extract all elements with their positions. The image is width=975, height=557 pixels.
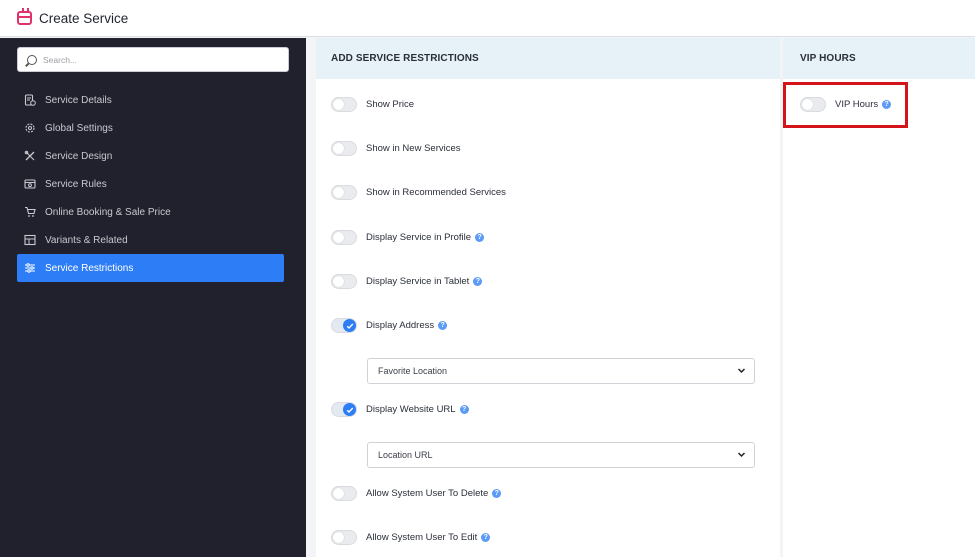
search-icon <box>27 54 37 65</box>
sidebar-item-label: Service Design <box>45 150 113 162</box>
sidebar-nav: Service Details Global Settings Service … <box>17 86 284 282</box>
restriction-label: Show in New Services <box>366 143 461 154</box>
restriction-row: Show in New Services <box>331 141 461 156</box>
allow-delete-toggle[interactable] <box>331 486 357 501</box>
check-icon <box>343 319 356 332</box>
show-price-toggle[interactable] <box>331 97 357 112</box>
sidebar-item-service-details[interactable]: Service Details <box>17 86 284 114</box>
sidebar-item-online-booking[interactable]: Online Booking & Sale Price <box>17 198 284 226</box>
top-bar: Create Service <box>0 0 975 37</box>
display-in-profile-toggle[interactable] <box>331 230 357 245</box>
check-icon <box>343 403 356 416</box>
restriction-row: Allow System User To Delete ? <box>331 486 502 501</box>
sidebar-item-label: Service Details <box>45 94 112 106</box>
sidebar-item-variants[interactable]: Variants & Related <box>17 226 284 254</box>
search-input[interactable] <box>43 54 263 65</box>
show-in-new-services-toggle[interactable] <box>331 141 357 156</box>
grid-icon <box>24 234 36 246</box>
display-website-url-toggle[interactable] <box>331 402 357 417</box>
help-icon[interactable]: ? <box>438 321 448 330</box>
show-in-recommended-toggle[interactable] <box>331 185 357 200</box>
help-icon[interactable]: ? <box>492 489 502 498</box>
sidebar-item-label: Variants & Related <box>45 234 128 246</box>
help-icon[interactable]: ? <box>481 533 491 542</box>
restriction-row: Show Price <box>331 97 414 112</box>
sidebar-item-label: Global Settings <box>45 122 113 134</box>
display-in-tablet-toggle[interactable] <box>331 274 357 289</box>
cart-icon <box>24 206 36 218</box>
sidebar-item-label: Service Restrictions <box>45 262 134 274</box>
gear-icon <box>24 122 36 134</box>
help-icon[interactable]: ? <box>473 277 483 286</box>
restriction-label: Allow System User To Edit <box>366 532 478 543</box>
restriction-row: Display Service in Profile ? <box>331 230 485 245</box>
sidebar-item-service-restrictions[interactable]: Service Restrictions <box>17 254 284 282</box>
help-icon[interactable]: ? <box>459 405 469 414</box>
help-icon[interactable]: ? <box>475 233 485 242</box>
sidebar-item-label: Online Booking & Sale Price <box>45 206 171 218</box>
calendar-icon <box>17 8 32 25</box>
search-box[interactable] <box>17 47 289 72</box>
vip-hours-panel: VIP Hours ? <box>783 79 975 557</box>
restriction-row: Display Website URL ? <box>331 402 469 417</box>
restriction-label: Display Website URL <box>366 404 456 415</box>
address-select[interactable]: Favorite Location <box>367 358 755 384</box>
select-value: Location URL <box>378 450 433 460</box>
restriction-label: Show Price <box>366 99 415 110</box>
restriction-row: Show in Recommended Services <box>331 185 506 200</box>
chevron-down-icon <box>737 366 746 377</box>
sidebar-item-service-design[interactable]: Service Design <box>17 142 284 170</box>
allow-edit-toggle[interactable] <box>331 530 357 545</box>
restriction-row: Display Service in Tablet ? <box>331 274 483 289</box>
highlight-box <box>783 82 908 128</box>
document-info-icon <box>24 94 36 106</box>
display-address-toggle[interactable] <box>331 318 357 333</box>
vip-hours-header: VIP HOURS <box>783 38 975 79</box>
restriction-label: Show in Recommended Services <box>366 187 506 198</box>
page-title: Create Service <box>39 10 129 26</box>
chevron-down-icon <box>737 450 746 461</box>
restriction-label: Display Service in Profile <box>366 232 472 243</box>
restriction-row: Allow System User To Edit ? <box>331 530 491 545</box>
restrictions-header: ADD SERVICE RESTRICTIONS <box>316 38 780 79</box>
sidebar-item-global-settings[interactable]: Global Settings <box>17 114 284 142</box>
sliders-icon <box>24 262 36 274</box>
url-select[interactable]: Location URL <box>367 442 755 468</box>
restriction-row: Display Address ? <box>331 318 448 333</box>
select-value: Favorite Location <box>378 366 448 376</box>
sidebar-item-label: Service Rules <box>45 178 107 190</box>
rules-icon <box>24 178 36 190</box>
restrictions-panel: Show Price Show in New Services Show in … <box>316 79 780 557</box>
restriction-label: Display Service in Tablet <box>366 276 470 287</box>
restriction-label: Allow System User To Delete <box>366 488 489 499</box>
design-tools-icon <box>24 150 36 162</box>
restriction-label: Display Address <box>366 320 435 331</box>
sidebar-item-service-rules[interactable]: Service Rules <box>17 170 284 198</box>
sidebar: Service Details Global Settings Service … <box>0 38 306 557</box>
